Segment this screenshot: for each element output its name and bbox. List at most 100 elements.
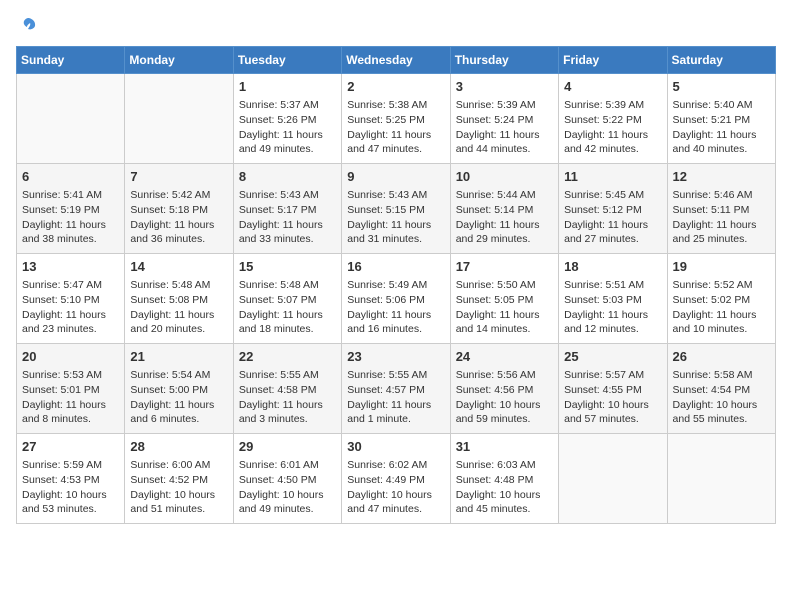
week-row: 20Sunrise: 5:53 AM Sunset: 5:01 PM Dayli… (17, 344, 776, 434)
day-number: 19 (673, 258, 770, 276)
calendar-cell: 30 Sunrise: 6:02 AM Sunset: 4:49 PM Dayli… (342, 434, 450, 524)
header-row: SundayMondayTuesdayWednesdayThursdayFrid… (17, 47, 776, 74)
calendar-cell: 24Sunrise: 5:56 AM Sunset: 4:56 PM Dayli… (450, 344, 558, 434)
day-info: Sunrise: 5:42 AM Sunset: 5:18 PM Dayligh… (130, 188, 227, 247)
day-number: 31 (456, 438, 553, 456)
day-number: 16 (347, 258, 444, 276)
calendar-cell: 15 Sunrise: 5:48 AM Sunset: 5:07 PM Dayli… (233, 254, 341, 344)
day-number: 28 (130, 438, 227, 456)
col-header-wednesday: Wednesday (342, 47, 450, 74)
calendar-cell: 6Sunrise: 5:41 AM Sunset: 5:19 PM Daylig… (17, 164, 125, 254)
calendar-cell: 27 Sunrise: 5:59 AM Sunset: 4:53 PM Dayli… (17, 434, 125, 524)
calendar-cell: 3 Sunrise: 5:39 AM Sunset: 5:24 PM Daylig… (450, 74, 558, 164)
calendar-cell: 28 Sunrise: 6:00 AM Sunset: 4:52 PM Dayli… (125, 434, 233, 524)
week-row: 13Sunrise: 5:47 AM Sunset: 5:10 PM Dayli… (17, 254, 776, 344)
logo (16, 16, 38, 36)
calendar-cell: 17 Sunrise: 5:50 AM Sunset: 5:05 PM Dayli… (450, 254, 558, 344)
day-info: Sunrise: 5:48 AM Sunset: 5:07 PM Dayligh… (239, 278, 336, 337)
day-number: 21 (130, 348, 227, 366)
calendar-cell (125, 74, 233, 164)
day-number: 17 (456, 258, 553, 276)
day-number: 11 (564, 168, 661, 186)
day-number: 3 (456, 78, 553, 96)
day-number: 30 (347, 438, 444, 456)
day-number: 15 (239, 258, 336, 276)
day-info: Sunrise: 5:37 AM Sunset: 5:26 PM Dayligh… (239, 98, 336, 157)
logo-bird-icon (18, 16, 38, 36)
calendar-cell: 4 Sunrise: 5:39 AM Sunset: 5:22 PM Daylig… (559, 74, 667, 164)
calendar-cell (559, 434, 667, 524)
calendar-cell: 21 Sunrise: 5:54 AM Sunset: 5:00 PM Dayli… (125, 344, 233, 434)
day-info: Sunrise: 5:38 AM Sunset: 5:25 PM Dayligh… (347, 98, 444, 157)
day-number: 8 (239, 168, 336, 186)
week-row: 27 Sunrise: 5:59 AM Sunset: 4:53 PM Dayli… (17, 434, 776, 524)
calendar-cell: 18 Sunrise: 5:51 AM Sunset: 5:03 PM Dayli… (559, 254, 667, 344)
calendar-cell: 19 Sunrise: 5:52 AM Sunset: 5:02 PM Dayli… (667, 254, 775, 344)
day-number: 2 (347, 78, 444, 96)
day-info: Sunrise: 5:40 AM Sunset: 5:21 PM Dayligh… (673, 98, 770, 157)
day-number: 27 (22, 438, 119, 456)
calendar-cell: 10Sunrise: 5:44 AM Sunset: 5:14 PM Dayli… (450, 164, 558, 254)
col-header-sunday: Sunday (17, 47, 125, 74)
day-info: Sunrise: 5:52 AM Sunset: 5:02 PM Dayligh… (673, 278, 770, 337)
day-number: 18 (564, 258, 661, 276)
day-info: Sunrise: 5:43 AM Sunset: 5:17 PM Dayligh… (239, 188, 336, 247)
calendar-cell: 31 Sunrise: 6:03 AM Sunset: 4:48 PM Dayli… (450, 434, 558, 524)
calendar-cell: 25Sunrise: 5:57 AM Sunset: 4:55 PM Dayli… (559, 344, 667, 434)
day-number: 12 (673, 168, 770, 186)
day-number: 29 (239, 438, 336, 456)
calendar-cell: 1 Sunrise: 5:37 AM Sunset: 5:26 PM Daylig… (233, 74, 341, 164)
calendar-cell: 23Sunrise: 5:55 AM Sunset: 4:57 PM Dayli… (342, 344, 450, 434)
day-info: Sunrise: 5:51 AM Sunset: 5:03 PM Dayligh… (564, 278, 661, 337)
calendar-cell: 22 Sunrise: 5:55 AM Sunset: 4:58 PM Dayli… (233, 344, 341, 434)
col-header-monday: Monday (125, 47, 233, 74)
day-info: Sunrise: 5:39 AM Sunset: 5:22 PM Dayligh… (564, 98, 661, 157)
day-info: Sunrise: 6:00 AM Sunset: 4:52 PM Dayligh… (130, 458, 227, 517)
calendar-cell: 8 Sunrise: 5:43 AM Sunset: 5:17 PM Daylig… (233, 164, 341, 254)
day-number: 1 (239, 78, 336, 96)
week-row: 6Sunrise: 5:41 AM Sunset: 5:19 PM Daylig… (17, 164, 776, 254)
calendar-cell: 13Sunrise: 5:47 AM Sunset: 5:10 PM Dayli… (17, 254, 125, 344)
day-info: Sunrise: 6:02 AM Sunset: 4:49 PM Dayligh… (347, 458, 444, 517)
header (16, 16, 776, 36)
calendar-cell: 7 Sunrise: 5:42 AM Sunset: 5:18 PM Daylig… (125, 164, 233, 254)
col-header-tuesday: Tuesday (233, 47, 341, 74)
day-info: Sunrise: 5:44 AM Sunset: 5:14 PM Dayligh… (456, 188, 553, 247)
day-info: Sunrise: 5:59 AM Sunset: 4:53 PM Dayligh… (22, 458, 119, 517)
day-number: 24 (456, 348, 553, 366)
day-number: 22 (239, 348, 336, 366)
col-header-thursday: Thursday (450, 47, 558, 74)
day-number: 14 (130, 258, 227, 276)
day-info: Sunrise: 5:57 AM Sunset: 4:55 PM Dayligh… (564, 368, 661, 427)
calendar-cell: 12 Sunrise: 5:46 AM Sunset: 5:11 PM Dayli… (667, 164, 775, 254)
calendar-cell (667, 434, 775, 524)
week-row: 1 Sunrise: 5:37 AM Sunset: 5:26 PM Daylig… (17, 74, 776, 164)
day-info: Sunrise: 5:55 AM Sunset: 4:58 PM Dayligh… (239, 368, 336, 427)
day-number: 9 (347, 168, 444, 186)
calendar-cell: 11 Sunrise: 5:45 AM Sunset: 5:12 PM Dayli… (559, 164, 667, 254)
day-info: Sunrise: 5:54 AM Sunset: 5:00 PM Dayligh… (130, 368, 227, 427)
calendar-cell: 26 Sunrise: 5:58 AM Sunset: 4:54 PM Dayli… (667, 344, 775, 434)
day-info: Sunrise: 5:41 AM Sunset: 5:19 PM Dayligh… (22, 188, 119, 247)
day-number: 26 (673, 348, 770, 366)
calendar-cell (17, 74, 125, 164)
day-info: Sunrise: 5:43 AM Sunset: 5:15 PM Dayligh… (347, 188, 444, 247)
calendar-cell: 20Sunrise: 5:53 AM Sunset: 5:01 PM Dayli… (17, 344, 125, 434)
day-info: Sunrise: 5:55 AM Sunset: 4:57 PM Dayligh… (347, 368, 444, 427)
day-info: Sunrise: 5:39 AM Sunset: 5:24 PM Dayligh… (456, 98, 553, 157)
day-info: Sunrise: 5:58 AM Sunset: 4:54 PM Dayligh… (673, 368, 770, 427)
calendar-cell: 9 Sunrise: 5:43 AM Sunset: 5:15 PM Daylig… (342, 164, 450, 254)
calendar-cell: 16Sunrise: 5:49 AM Sunset: 5:06 PM Dayli… (342, 254, 450, 344)
day-info: Sunrise: 5:46 AM Sunset: 5:11 PM Dayligh… (673, 188, 770, 247)
day-info: Sunrise: 5:45 AM Sunset: 5:12 PM Dayligh… (564, 188, 661, 247)
day-number: 4 (564, 78, 661, 96)
col-header-friday: Friday (559, 47, 667, 74)
day-number: 7 (130, 168, 227, 186)
col-header-saturday: Saturday (667, 47, 775, 74)
day-info: Sunrise: 5:50 AM Sunset: 5:05 PM Dayligh… (456, 278, 553, 337)
day-number: 13 (22, 258, 119, 276)
day-info: Sunrise: 6:01 AM Sunset: 4:50 PM Dayligh… (239, 458, 336, 517)
day-info: Sunrise: 5:53 AM Sunset: 5:01 PM Dayligh… (22, 368, 119, 427)
day-info: Sunrise: 6:03 AM Sunset: 4:48 PM Dayligh… (456, 458, 553, 517)
calendar-cell: 29 Sunrise: 6:01 AM Sunset: 4:50 PM Dayli… (233, 434, 341, 524)
